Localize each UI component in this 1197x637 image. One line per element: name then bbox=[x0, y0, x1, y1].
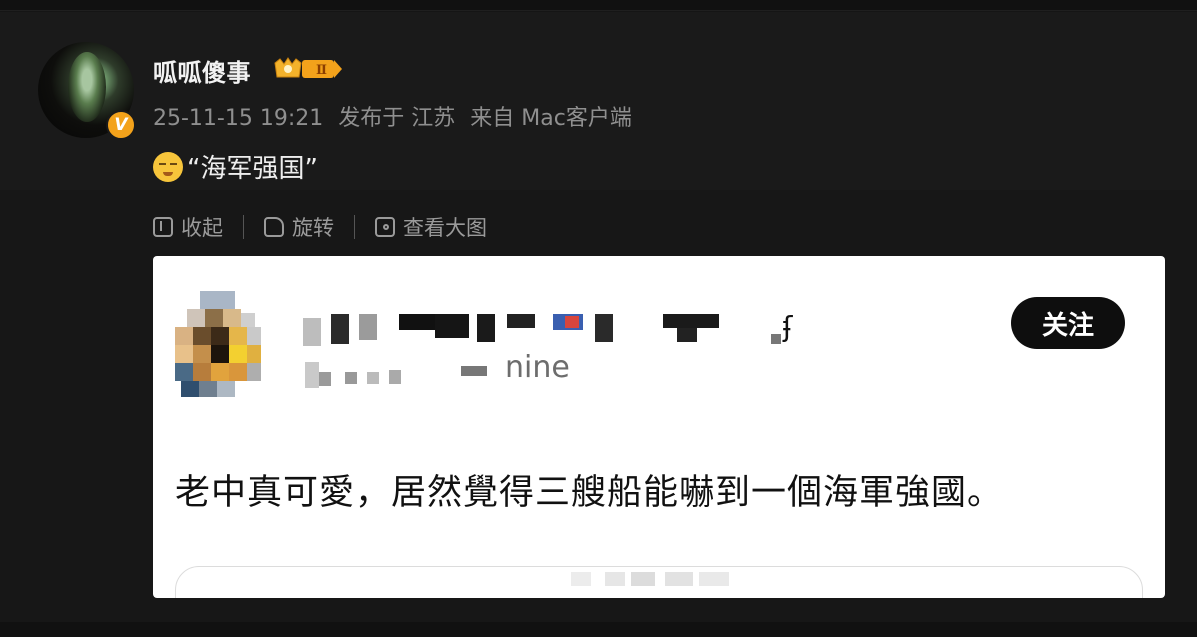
collapse-button[interactable]: 收起 bbox=[153, 212, 223, 242]
action-divider bbox=[354, 215, 355, 239]
level-crown-badge-icon[interactable]: Ⅱ bbox=[272, 55, 344, 81]
post-timestamp[interactable]: 25-11-15 19:21 bbox=[153, 106, 323, 131]
pixelated-display-name: ʄ bbox=[303, 314, 793, 346]
post-source: 来自 Mac客户端 bbox=[470, 106, 632, 131]
username[interactable]: 呱呱傻事 bbox=[153, 53, 251, 88]
rotate-label: 旋转 bbox=[292, 216, 334, 240]
post-meta: 25-11-15 19:21 发布于 江苏 来自 Mac客户端 bbox=[153, 100, 640, 132]
pixelated-avatar bbox=[175, 291, 261, 397]
view-image-icon bbox=[375, 217, 395, 237]
rotate-button[interactable]: 旋转 bbox=[264, 212, 334, 242]
action-divider bbox=[243, 215, 244, 239]
post-text: “海军强国” bbox=[153, 148, 318, 185]
post-text-content: “海军强国” bbox=[187, 154, 318, 184]
collapse-icon bbox=[153, 217, 173, 237]
quoted-tweet-text: 老中真可愛，居然覺得三艘船能嚇到一個海軍強國。 bbox=[175, 473, 1004, 513]
svg-text:ʄ: ʄ bbox=[782, 314, 793, 343]
view-large-button[interactable]: 查看大图 bbox=[375, 212, 487, 242]
rotate-icon bbox=[264, 217, 284, 237]
collapse-label: 收起 bbox=[181, 216, 223, 240]
bottom-divider bbox=[0, 622, 1197, 637]
pixelated-handle-suffix: nine bbox=[505, 350, 570, 385]
follow-button: 关注 bbox=[1011, 297, 1125, 349]
top-divider bbox=[0, 0, 1197, 11]
verified-badge-icon: V bbox=[106, 110, 136, 140]
embedded-screenshot[interactable]: ʄ nine 关注 老中真可愛，居然覺得三艘船能嚇到一個海軍強國。 bbox=[153, 256, 1165, 598]
post-location: 发布于 江苏 bbox=[338, 106, 456, 131]
shushing-face-icon bbox=[153, 151, 183, 182]
pixelated-handle bbox=[305, 362, 487, 388]
image-action-bar: 收起 旋转 查看大图 bbox=[153, 212, 487, 242]
view-large-label: 查看大图 bbox=[403, 216, 487, 240]
level-badge-text: Ⅱ bbox=[316, 63, 327, 78]
avatar-image bbox=[68, 52, 106, 122]
pixelated-smudge bbox=[571, 572, 729, 586]
